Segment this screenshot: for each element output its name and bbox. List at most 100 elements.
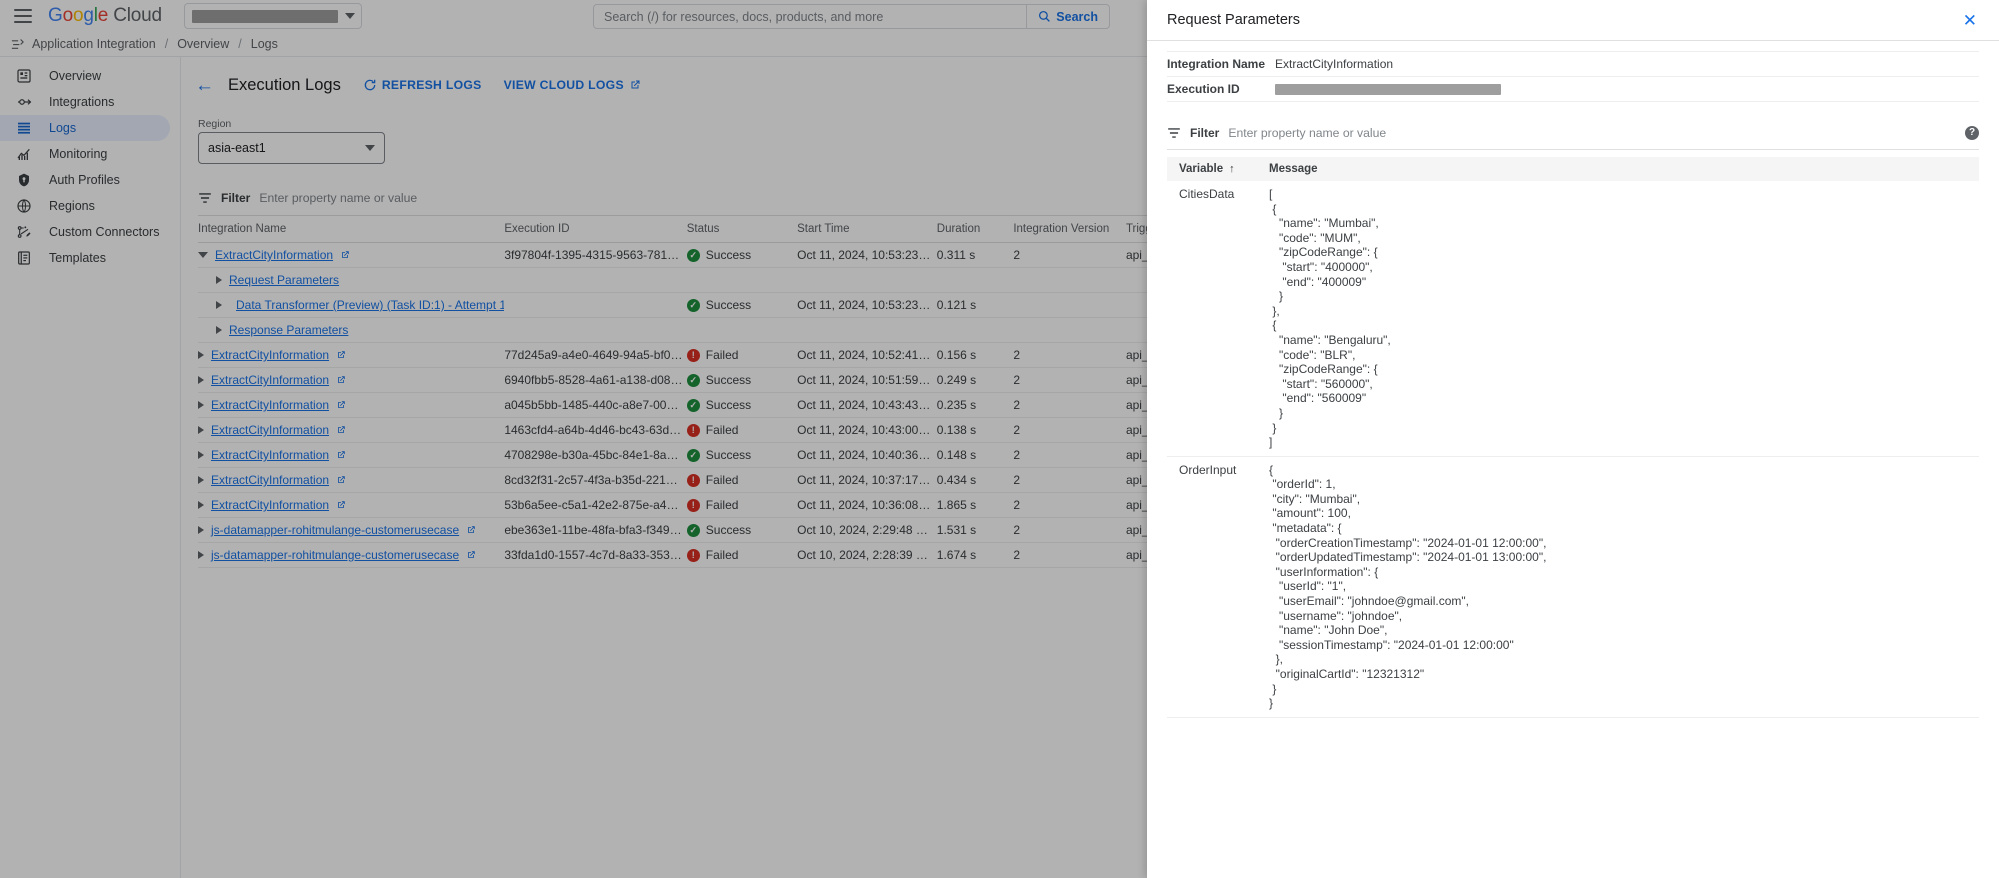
sidebar-item-auth-profiles[interactable]: Auth Profiles <box>0 167 170 193</box>
external-link-icon[interactable] <box>336 450 346 460</box>
breadcrumb-item-0[interactable]: Application Integration <box>32 37 156 51</box>
external-link-icon[interactable] <box>466 525 476 535</box>
cell-integration-name[interactable]: ExtractCityInformation <box>198 343 504 368</box>
shield-icon <box>15 172 32 189</box>
row-name-link[interactable]: Response Parameters <box>229 323 348 337</box>
sidebar-item-logs[interactable]: Logs <box>0 115 170 141</box>
sidebar-item-monitoring[interactable]: Monitoring <box>0 141 170 167</box>
row-name-link[interactable]: ExtractCityInformation <box>211 498 329 512</box>
cell-duration: 0.249 s <box>937 368 1014 393</box>
chevron-down-icon[interactable] <box>198 252 208 258</box>
external-link-icon[interactable] <box>336 350 346 360</box>
chevron-right-icon[interactable] <box>198 476 204 484</box>
panel-filter-bar[interactable]: Filter Enter property name or value ? <box>1167 122 1979 150</box>
project-name-redacted <box>192 10 338 23</box>
external-link-icon[interactable] <box>466 550 476 560</box>
cell-execution-id: 53b6a5ee-c5a1-42e2-875e-a47… <box>504 493 686 518</box>
cell-integration-name[interactable]: ExtractCityInformation <box>198 368 504 393</box>
cell-integration-version: 2 <box>1013 468 1126 493</box>
column-message[interactable]: Message <box>1257 157 1979 181</box>
search-button[interactable]: Search <box>1026 5 1109 28</box>
breadcrumb-item-1[interactable]: Overview <box>177 37 229 51</box>
close-icon[interactable]: ✕ <box>1963 12 1977 29</box>
cell-integration-name[interactable]: ExtractCityInformation <box>198 468 504 493</box>
cell-integration-name[interactable]: Request Parameters <box>198 268 504 293</box>
column-header-duration[interactable]: Duration <box>937 216 1014 243</box>
row-status-label: Failed <box>706 548 739 562</box>
filter-label: Filter <box>221 191 250 205</box>
row-status-label: Failed <box>706 348 739 362</box>
row-name-link[interactable]: ExtractCityInformation <box>211 448 329 462</box>
row-name-link[interactable]: ExtractCityInformation <box>215 248 333 262</box>
column-header-start-time[interactable]: Start Time <box>797 216 937 243</box>
sidebar-item-regions[interactable]: Regions <box>0 193 170 219</box>
breadcrumb-item-2[interactable]: Logs <box>251 37 278 51</box>
chevron-right-icon[interactable] <box>216 301 222 309</box>
cell-duration: 1.531 s <box>937 518 1014 543</box>
chevron-right-icon[interactable] <box>198 551 204 559</box>
row-name-link[interactable]: ExtractCityInformation <box>211 373 329 387</box>
chevron-right-icon[interactable] <box>198 351 204 359</box>
row-status-label: Success <box>706 398 751 412</box>
external-link-icon[interactable] <box>336 425 346 435</box>
row-name-link[interactable]: Data Transformer (Preview) (Task ID:1) -… <box>236 298 504 312</box>
sidebar-item-integrations[interactable]: Integrations <box>0 89 170 115</box>
column-header-integration-name[interactable]: Integration Name <box>198 216 504 243</box>
sidebar-item-templates[interactable]: Templates <box>0 245 170 271</box>
cell-integration-name[interactable]: js-datamapper-rohitmulange-customeruseca… <box>198 518 504 543</box>
help-icon[interactable]: ? <box>1965 126 1979 140</box>
row-name-link[interactable]: ExtractCityInformation <box>211 348 329 362</box>
panel-filter-input[interactable]: Enter property name or value <box>1228 126 1386 140</box>
cell-integration-name[interactable]: Response Parameters <box>198 318 504 343</box>
row-name-link[interactable]: ExtractCityInformation <box>211 423 329 437</box>
row-name-link[interactable]: js-datamapper-rohitmulange-customeruseca… <box>211 548 459 562</box>
main-menu-icon[interactable] <box>14 9 32 23</box>
cell-integration-name[interactable]: ExtractCityInformation <box>198 243 504 268</box>
view-cloud-logs-button[interactable]: VIEW CLOUD LOGS <box>504 78 641 92</box>
region-select[interactable]: asia-east1 <box>198 132 385 164</box>
chevron-right-icon[interactable] <box>198 376 204 384</box>
request-parameters-panel: Request Parameters ✕ Integration NameExt… <box>1147 0 1999 878</box>
cell-integration-name[interactable]: ExtractCityInformation <box>198 443 504 468</box>
external-link-icon[interactable] <box>336 500 346 510</box>
external-link-icon[interactable] <box>336 475 346 485</box>
column-header-status[interactable]: Status <box>687 216 797 243</box>
external-link-icon[interactable] <box>336 400 346 410</box>
external-link-icon[interactable] <box>340 250 350 260</box>
chevron-right-icon[interactable] <box>198 426 204 434</box>
cell-integration-name[interactable]: ExtractCityInformation <box>198 493 504 518</box>
chevron-right-icon[interactable] <box>216 276 222 284</box>
global-search[interactable]: Search <box>593 4 1110 29</box>
filter-input[interactable]: Enter property name or value <box>259 191 417 205</box>
row-name-link[interactable]: js-datamapper-rohitmulange-customeruseca… <box>211 523 459 537</box>
sidebar-item-label: Auth Profiles <box>49 173 120 187</box>
cell-integration-name[interactable]: ExtractCityInformation <box>198 418 504 443</box>
column-header-execution-id[interactable]: Execution ID <box>504 216 686 243</box>
row-name-link[interactable]: ExtractCityInformation <box>211 473 329 487</box>
sidebar-item-label: Regions <box>49 199 95 213</box>
cell-integration-name[interactable]: ExtractCityInformation <box>198 393 504 418</box>
templates-icon <box>15 250 32 267</box>
chevron-right-icon[interactable] <box>198 401 204 409</box>
google-cloud-logo[interactable]: Google Cloud <box>48 5 162 27</box>
back-button[interactable]: ← <box>195 76 214 95</box>
column-variable[interactable]: Variable↑ <box>1167 157 1257 181</box>
refresh-logs-button[interactable]: REFRESH LOGS <box>363 78 482 92</box>
chevron-right-icon[interactable] <box>198 501 204 509</box>
row-name-link[interactable]: Request Parameters <box>229 273 339 287</box>
external-link-icon[interactable] <box>336 375 346 385</box>
chevron-right-icon[interactable] <box>198 451 204 459</box>
column-header-integration-version[interactable]: Integration Version <box>1013 216 1126 243</box>
cell-integration-version: 2 <box>1013 443 1126 468</box>
sidebar-item-custom-connectors[interactable]: Custom Connectors <box>0 219 170 245</box>
chevron-right-icon[interactable] <box>198 526 204 534</box>
project-picker[interactable] <box>184 3 362 29</box>
search-input[interactable] <box>594 5 1026 28</box>
sidebar-item-overview[interactable]: Overview <box>0 63 170 89</box>
row-name-link[interactable]: ExtractCityInformation <box>211 398 329 412</box>
panel-meta-value-cell: ExtractCityInformation <box>1275 52 1979 77</box>
cell-integration-name[interactable]: js-datamapper-rohitmulange-customeruseca… <box>198 543 504 568</box>
cell-status <box>687 318 797 343</box>
chevron-right-icon[interactable] <box>216 326 222 334</box>
cell-integration-name[interactable]: Data Transformer (Preview) (Task ID:1) -… <box>198 293 504 318</box>
